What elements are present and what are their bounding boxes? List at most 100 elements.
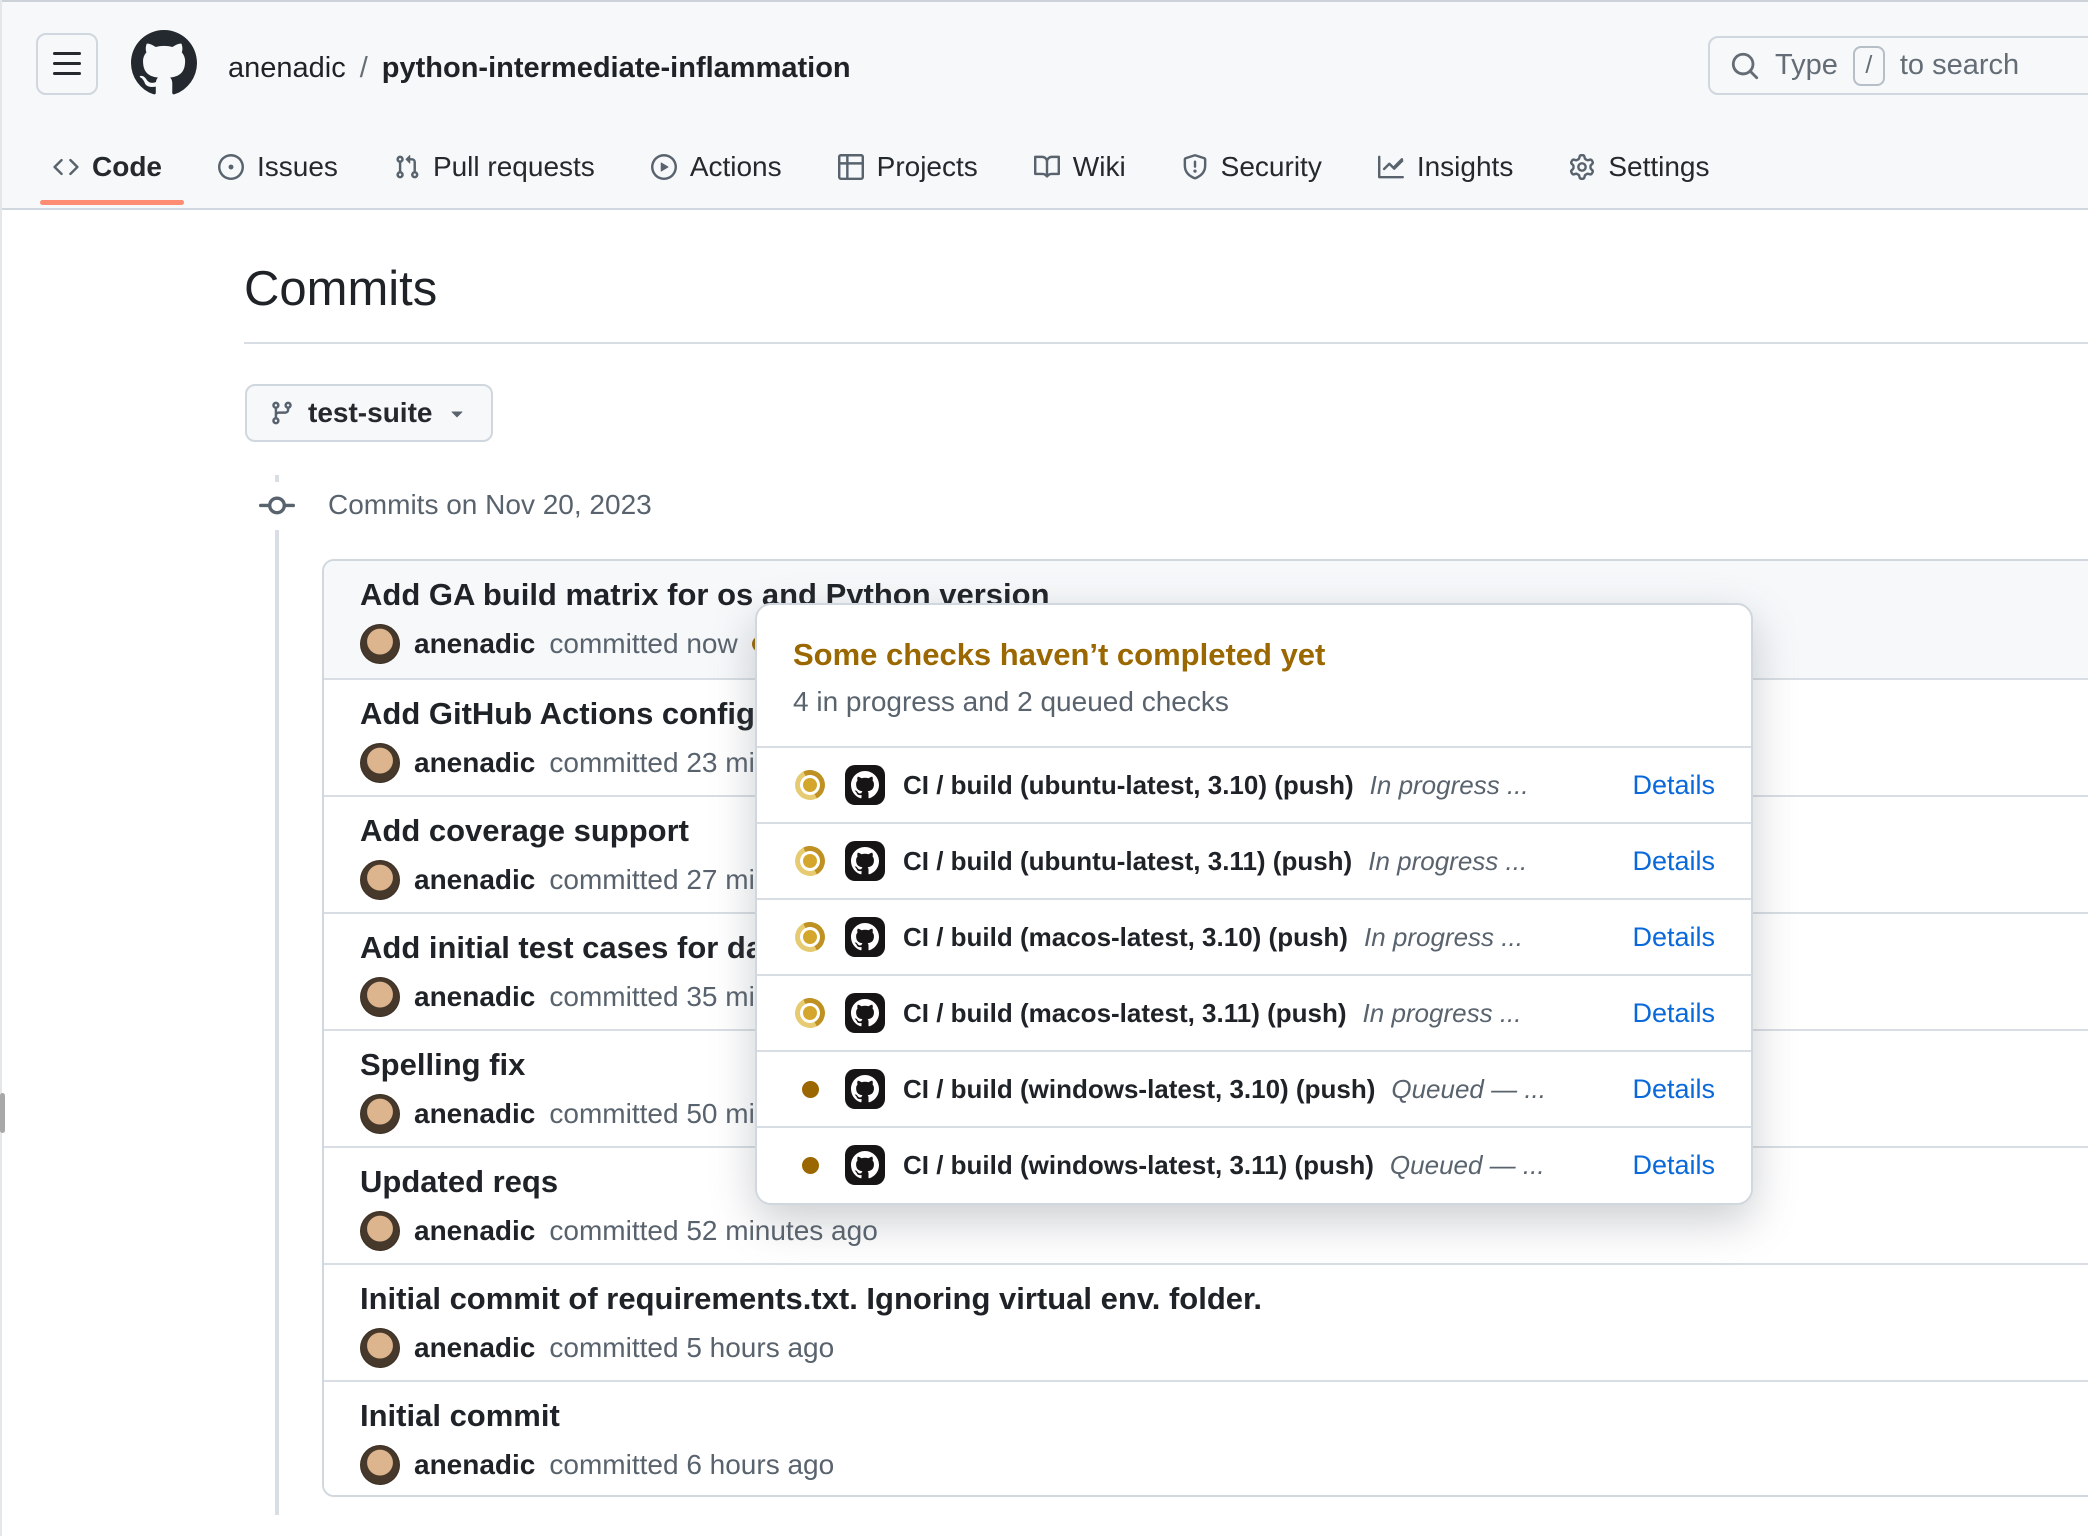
tab-security-label: Security xyxy=(1221,151,1322,183)
commit-time: committed 5 hours ago xyxy=(549,1332,834,1364)
breadcrumb: anenadic / python-intermediate-inflammat… xyxy=(228,48,851,88)
github-actions-avatar xyxy=(845,1145,885,1185)
commit-author-link[interactable]: anenadic xyxy=(414,628,535,660)
commit-title-link[interactable]: Initial commit xyxy=(360,1398,2088,1434)
search-placeholder-suffix: to search xyxy=(1900,49,2019,82)
avatar[interactable] xyxy=(360,860,400,900)
commit-author-link[interactable]: anenadic xyxy=(414,864,535,896)
in-progress-spinner-icon xyxy=(791,842,829,880)
git-branch-icon xyxy=(269,400,295,426)
avatar[interactable] xyxy=(360,1328,400,1368)
tab-issues-label: Issues xyxy=(257,151,338,183)
in-progress-spinner-icon xyxy=(791,766,829,804)
avatar[interactable] xyxy=(360,977,400,1017)
avatar[interactable] xyxy=(360,624,400,664)
check-row: CI / build (ubuntu-latest, 3.11) (push) … xyxy=(757,822,1751,898)
commit-time: committed now xyxy=(549,628,737,660)
check-row: CI / build (windows-latest, 3.11) (push)… xyxy=(757,1126,1751,1202)
github-actions-avatar xyxy=(845,841,885,881)
tab-projects[interactable]: Projects xyxy=(838,151,978,183)
github-actions-avatar xyxy=(845,993,885,1033)
check-details-link[interactable]: Details xyxy=(1632,846,1715,877)
commit-author-link[interactable]: anenadic xyxy=(414,1098,535,1130)
page-title: Commits xyxy=(244,261,437,317)
commit-author-link[interactable]: anenadic xyxy=(414,747,535,779)
commit-author-link[interactable]: anenadic xyxy=(414,1332,535,1364)
slash-key-hint: / xyxy=(1853,46,1885,86)
tab-wiki-label: Wiki xyxy=(1073,151,1126,183)
breadcrumb-separator: / xyxy=(360,52,368,85)
check-details-link[interactable]: Details xyxy=(1632,1150,1715,1181)
check-details-link[interactable]: Details xyxy=(1632,770,1715,801)
commit-author-link[interactable]: anenadic xyxy=(414,1449,535,1481)
commit-meta: anenadic committed 5 hours ago xyxy=(360,1328,2088,1368)
commit-time: committed 52 minutes ago xyxy=(549,1215,877,1247)
github-actions-avatar xyxy=(845,1069,885,1109)
tab-issues[interactable]: Issues xyxy=(218,151,338,183)
global-search-input[interactable]: Type / to search xyxy=(1708,36,2088,95)
check-details-link[interactable]: Details xyxy=(1632,1074,1715,1105)
shield-icon xyxy=(1182,154,1208,180)
check-status: In progress ... xyxy=(1364,922,1523,953)
tab-settings[interactable]: Settings xyxy=(1569,151,1709,183)
check-name: CI / build (ubuntu-latest, 3.10) (push) xyxy=(903,770,1354,801)
avatar[interactable] xyxy=(360,1445,400,1485)
tab-code[interactable]: Code xyxy=(53,151,162,183)
avatar[interactable] xyxy=(360,743,400,783)
check-status: Queued — ... xyxy=(1391,1074,1546,1105)
check-row: CI / build (windows-latest, 3.10) (push)… xyxy=(757,1050,1751,1126)
left-scrollbar-thumb[interactable] xyxy=(0,1093,5,1133)
breadcrumb-owner-link[interactable]: anenadic xyxy=(228,52,346,85)
avatar[interactable] xyxy=(360,1094,400,1134)
branch-selector-button[interactable]: test-suite xyxy=(245,384,493,442)
check-row: CI / build (macos-latest, 3.10) (push) I… xyxy=(757,898,1751,974)
checks-status-popup: Some checks haven’t completed yet 4 in p… xyxy=(755,603,1753,1205)
commit-meta: anenadic committed 6 hours ago xyxy=(360,1445,2088,1485)
in-progress-spinner-icon xyxy=(791,994,829,1032)
commit-title-link[interactable]: Initial commit of requirements.txt. Igno… xyxy=(360,1281,2088,1317)
check-details-link[interactable]: Details xyxy=(1632,998,1715,1029)
commit-row: Initial commit of requirements.txt. Igno… xyxy=(324,1263,2088,1380)
tab-settings-label: Settings xyxy=(1608,151,1709,183)
graph-icon xyxy=(1378,154,1404,180)
commit-date-group-heading: Commits on Nov 20, 2023 xyxy=(328,489,652,521)
commit-timeline-line xyxy=(275,475,279,1515)
hamburger-menu-button[interactable] xyxy=(36,33,98,95)
window-top-edge xyxy=(0,0,2088,2)
check-name: CI / build (ubuntu-latest, 3.11) (push) xyxy=(903,846,1352,877)
check-status: In progress ... xyxy=(1370,770,1529,801)
book-icon xyxy=(1034,154,1060,180)
issue-opened-icon xyxy=(218,154,244,180)
check-status: Queued — ... xyxy=(1390,1150,1545,1181)
avatar[interactable] xyxy=(360,1211,400,1251)
check-name: CI / build (windows-latest, 3.11) (push) xyxy=(903,1150,1374,1181)
breadcrumb-repo-link[interactable]: python-intermediate-inflammation xyxy=(382,52,851,85)
tab-actions[interactable]: Actions xyxy=(651,151,782,183)
gear-icon xyxy=(1569,154,1595,180)
github-logo-icon[interactable] xyxy=(131,30,197,96)
check-name: CI / build (macos-latest, 3.11) (push) xyxy=(903,998,1347,1029)
tab-wiki[interactable]: Wiki xyxy=(1034,151,1126,183)
branch-selector-label: test-suite xyxy=(308,397,432,429)
commit-meta: anenadic committed 52 minutes ago xyxy=(360,1211,2088,1251)
commit-time: committed 6 hours ago xyxy=(549,1449,834,1481)
check-row: CI / build (macos-latest, 3.11) (push) I… xyxy=(757,974,1751,1050)
github-actions-avatar xyxy=(845,917,885,957)
table-icon xyxy=(838,154,864,180)
chevron-down-icon xyxy=(445,401,469,425)
tab-projects-label: Projects xyxy=(877,151,978,183)
tab-actions-label: Actions xyxy=(690,151,782,183)
title-divider xyxy=(244,342,2088,344)
checks-popup-header: Some checks haven’t completed yet 4 in p… xyxy=(757,605,1751,746)
in-progress-spinner-icon xyxy=(791,918,829,956)
commit-author-link[interactable]: anenadic xyxy=(414,1215,535,1247)
git-pull-request-icon xyxy=(394,154,420,180)
tab-insights[interactable]: Insights xyxy=(1378,151,1514,183)
play-icon xyxy=(651,154,677,180)
window-left-edge xyxy=(0,0,2,1536)
commit-author-link[interactable]: anenadic xyxy=(414,981,535,1013)
tab-pull-requests[interactable]: Pull requests xyxy=(394,151,595,183)
check-name: CI / build (windows-latest, 3.10) (push) xyxy=(903,1074,1375,1105)
tab-security[interactable]: Security xyxy=(1182,151,1322,183)
check-details-link[interactable]: Details xyxy=(1632,922,1715,953)
